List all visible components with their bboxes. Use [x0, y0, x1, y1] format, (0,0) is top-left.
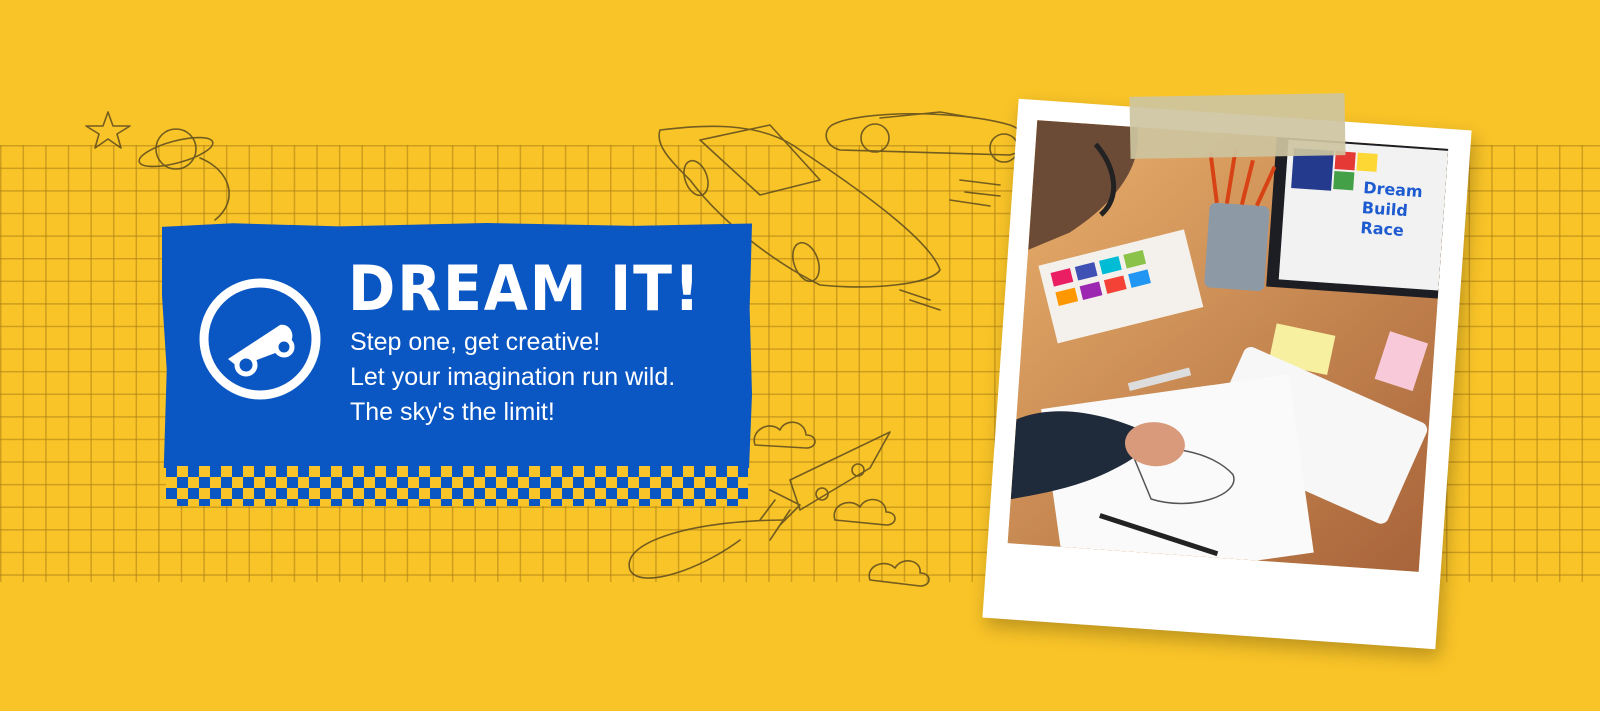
- description-line: Let your imagination run wild.: [350, 363, 676, 391]
- screen-text: Build: [1361, 198, 1408, 220]
- checkered-flag-strip: [166, 466, 748, 506]
- description-line: Step one, get creative!: [350, 328, 601, 356]
- star-doodle: [85, 111, 131, 149]
- cloud-doodle: [753, 421, 816, 449]
- designer-sketching-photo: Dream Build Race: [1007, 120, 1449, 572]
- page-title: DREAM IT!: [348, 252, 702, 325]
- screen-text: Race: [1360, 218, 1405, 240]
- tape-strip: [1129, 93, 1346, 159]
- polaroid-photo-frame: Dream Build Race: [982, 98, 1472, 650]
- planet-doodle: [138, 128, 214, 170]
- car-sketch-top: [825, 111, 1026, 207]
- cloud-doodle: [833, 498, 896, 526]
- cloud-doodle: [868, 560, 930, 587]
- race-car-icon: [199, 278, 321, 400]
- hero-description: Step one, get creative! Let your imagina…: [350, 325, 675, 430]
- description-line: The sky's the limit!: [350, 398, 555, 426]
